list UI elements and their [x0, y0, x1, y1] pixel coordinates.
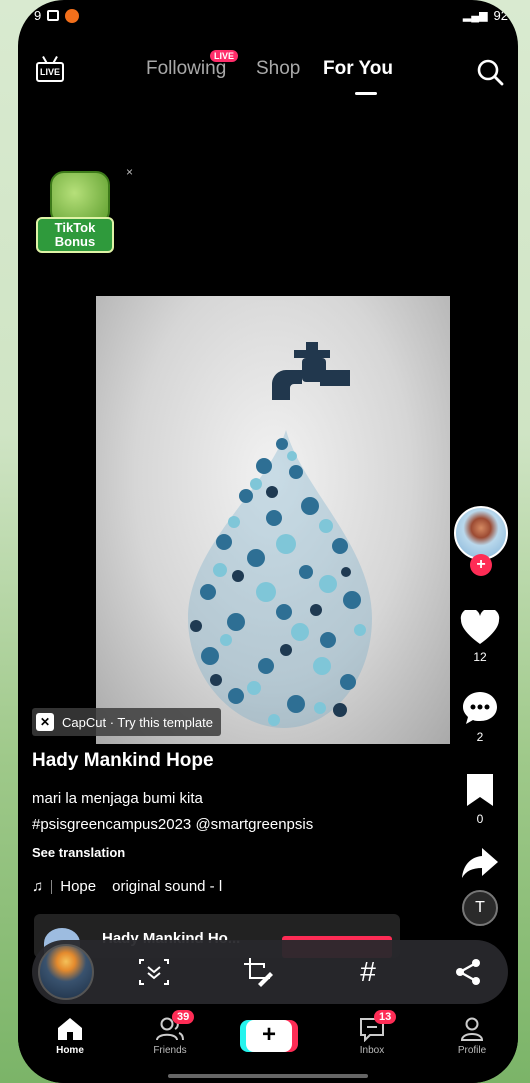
- music-info[interactable]: ♫ Hope original sound - l: [32, 878, 222, 895]
- capcut-template-chip[interactable]: ✕ CapCut · Try this template: [32, 708, 221, 736]
- bookmark-icon: [467, 774, 493, 806]
- gallery-icon: [47, 10, 60, 21]
- bonus-label: TikTok Bonus: [36, 217, 114, 253]
- nav-home[interactable]: Home: [40, 1016, 100, 1056]
- profile-icon: [460, 1017, 484, 1041]
- status-bar: 9 ▂▄▆ 92: [18, 6, 518, 30]
- phone-screen: 9 ▂▄▆ 92 LIVE Following LIVE Shop For Yo…: [18, 0, 518, 1083]
- nav-friends[interactable]: Friends 39: [140, 1010, 200, 1056]
- tab-shop[interactable]: Shop: [256, 58, 300, 80]
- share-glyph: [456, 959, 480, 985]
- like-button[interactable]: 12: [450, 610, 510, 664]
- toolbar-thumbnail[interactable]: [38, 944, 94, 1000]
- live-tv-label: LIVE: [36, 62, 64, 82]
- edit-crop-icon[interactable]: [242, 956, 274, 988]
- creator-avatar[interactable]: [454, 506, 508, 560]
- nav-inbox[interactable]: Inbox 13: [342, 1010, 402, 1056]
- author-name[interactable]: Hady Mankind Hope: [32, 750, 214, 772]
- follow-button[interactable]: +: [470, 554, 492, 576]
- music-sound: original sound - l: [112, 878, 223, 895]
- tiktok-bonus-widget[interactable]: TikTok Bonus ×: [34, 165, 133, 257]
- like-count: 12: [473, 650, 487, 664]
- see-translation-link[interactable]: See translation: [32, 845, 125, 860]
- share-icon[interactable]: [452, 956, 484, 988]
- scroll-capture-glyph: [139, 959, 169, 985]
- comment-icon: [463, 692, 497, 724]
- bonus-label-line1: TikTok: [54, 220, 96, 235]
- nav-profile-label: Profile: [457, 1045, 487, 1056]
- status-bar-right: ▂▄▆ 92: [463, 8, 508, 23]
- notification-icon: [65, 8, 80, 23]
- caption-line: mari la menjaga bumi kita: [32, 790, 203, 807]
- comment-count: 2: [476, 730, 484, 744]
- capcut-logo-icon: ✕: [36, 713, 54, 731]
- text-tool-icon[interactable]: T: [462, 890, 498, 926]
- caption-hashtags[interactable]: #psisgreencampus2023 @smartgreenpsis: [32, 812, 313, 838]
- live-badge: LIVE: [210, 50, 239, 62]
- video-frame[interactable]: [96, 296, 450, 744]
- faucet-icon: [272, 342, 350, 400]
- water-drop-illustration: [188, 342, 372, 728]
- share-button[interactable]: [450, 846, 510, 884]
- save-count: 0: [476, 812, 484, 826]
- nav-profile[interactable]: Profile: [442, 1016, 502, 1056]
- video-caption: mari la menjaga bumi kita #psisgreencamp…: [32, 786, 313, 838]
- scroll-capture-icon[interactable]: [138, 956, 170, 988]
- nav-friends-label: Friends: [153, 1045, 187, 1056]
- music-separator: [51, 879, 53, 894]
- save-button[interactable]: 0: [450, 772, 510, 826]
- status-bar-left: 9: [34, 8, 80, 23]
- bonus-label-line2: Bonus: [54, 234, 96, 249]
- bonus-close-icon[interactable]: ×: [126, 165, 133, 179]
- share-arrow-icon: [462, 848, 498, 878]
- heart-icon: [460, 610, 500, 644]
- inbox-badge: 13: [374, 1010, 397, 1024]
- nav-home-label: Home: [56, 1045, 84, 1056]
- battery-level: 92: [493, 8, 508, 23]
- status-time: 9: [34, 8, 42, 23]
- active-tab-underline: [355, 92, 377, 95]
- home-icon: [58, 1018, 82, 1040]
- bottom-nav: Home Friends 39 + Inbox 13 Profile: [18, 1010, 518, 1083]
- hashtag-icon[interactable]: #: [352, 956, 384, 988]
- home-indicator: [168, 1074, 368, 1078]
- live-icon[interactable]: LIVE: [36, 56, 66, 84]
- friends-badge: 39: [172, 1010, 195, 1024]
- search-icon[interactable]: [476, 58, 504, 86]
- tab-for-you[interactable]: For You: [323, 58, 393, 80]
- nav-inbox-label: Inbox: [359, 1045, 385, 1056]
- top-nav: LIVE Following LIVE Shop For You: [18, 50, 518, 95]
- music-name: Hope: [60, 878, 97, 895]
- edit-crop-glyph: [244, 958, 273, 987]
- signal-icon: ▂▄▆: [462, 10, 488, 22]
- plus-icon: +: [246, 1020, 292, 1052]
- capcut-label: CapCut · Try this template: [62, 714, 213, 730]
- music-note-icon: ♫: [32, 878, 44, 895]
- floating-toolbar: #: [32, 940, 508, 1004]
- comment-button[interactable]: 2: [450, 690, 510, 744]
- create-button[interactable]: +: [240, 1020, 298, 1052]
